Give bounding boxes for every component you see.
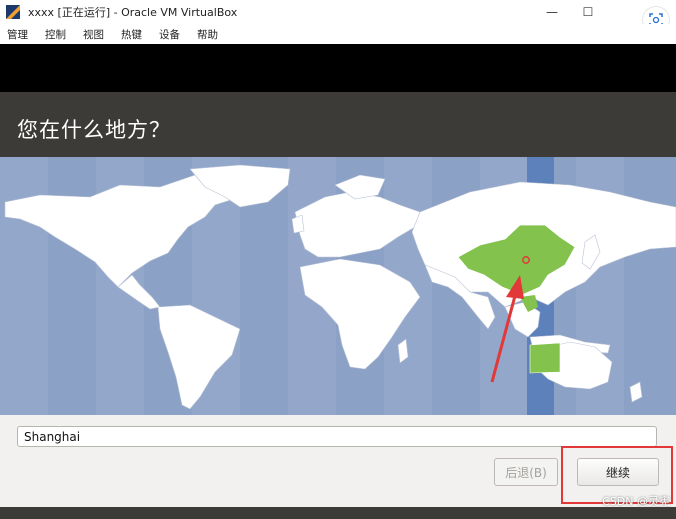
- menu-manage[interactable]: 管理: [7, 27, 28, 42]
- vm-top-bar: [0, 44, 676, 92]
- menu-help[interactable]: 帮助: [197, 27, 218, 42]
- menu-control[interactable]: 控制: [45, 27, 66, 42]
- minimize-icon[interactable]: —: [534, 0, 570, 24]
- menu-view[interactable]: 视图: [83, 27, 104, 42]
- timezone-map[interactable]: [0, 157, 676, 415]
- timezone-input[interactable]: [17, 426, 657, 447]
- virtualbox-icon: [6, 5, 20, 19]
- page-title: 您在什么地方？: [17, 118, 171, 142]
- maximize-icon[interactable]: ☐: [570, 0, 606, 24]
- menu-hotkey[interactable]: 热键: [121, 27, 142, 42]
- back-button[interactable]: 后退(B): [494, 458, 558, 486]
- menu-bar: 管理 控制 视图 热键 设备 帮助: [0, 24, 676, 44]
- watermark: CSDN @灵宪: [602, 495, 670, 508]
- bottom-strip: [0, 507, 676, 519]
- window-controls: — ☐: [534, 0, 606, 24]
- australia-highlight-shape: [529, 342, 561, 374]
- shanghai-marker-icon: [522, 256, 530, 264]
- window-title: xxxx [正在运行] - Oracle VM VirtualBox: [28, 6, 238, 19]
- menu-devices[interactable]: 设备: [159, 27, 180, 42]
